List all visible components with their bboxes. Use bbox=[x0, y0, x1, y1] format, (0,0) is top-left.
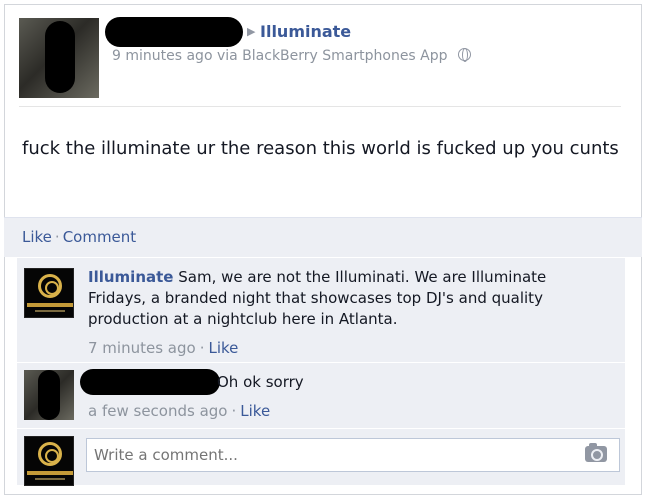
divider bbox=[17, 362, 625, 363]
illuminate-avatar[interactable] bbox=[24, 268, 74, 318]
comment-like-button[interactable]: Like bbox=[208, 339, 238, 357]
globe-icon[interactable] bbox=[457, 48, 471, 62]
post-meta: 9 minutes ago via BlackBerry Smartphones… bbox=[112, 48, 471, 64]
comment-author-link[interactable]: Illuminate bbox=[88, 268, 173, 286]
comment-meta: a few seconds ago · Like bbox=[88, 402, 270, 420]
like-button[interactable]: Like bbox=[22, 228, 52, 246]
redaction-mark bbox=[45, 21, 75, 93]
comment-button[interactable]: Comment bbox=[63, 228, 137, 246]
post-actions: Like · Comment bbox=[22, 228, 136, 246]
commenter-avatar[interactable] bbox=[24, 370, 74, 420]
comment-like-button[interactable]: Like bbox=[240, 402, 270, 420]
post-body: fuck the illuminate ur the reason this w… bbox=[22, 138, 619, 159]
poster-avatar[interactable] bbox=[19, 18, 99, 98]
logo-mark bbox=[38, 442, 62, 466]
divider bbox=[17, 428, 625, 429]
poster-name-redacted bbox=[105, 17, 243, 47]
comment-timestamp[interactable]: a few seconds ago bbox=[88, 402, 227, 420]
logo-wordmark-sub bbox=[35, 310, 65, 312]
separator: · bbox=[54, 228, 60, 246]
comment-timestamp[interactable]: 7 minutes ago bbox=[88, 339, 196, 357]
comment-input[interactable] bbox=[86, 438, 620, 472]
target-page-link[interactable]: Illuminate bbox=[260, 22, 351, 41]
logo-wordmark bbox=[27, 471, 73, 475]
comment-body: Oh ok sorry bbox=[217, 373, 304, 391]
separator: · bbox=[231, 402, 237, 420]
comment-text: Illuminate Sam, we are not the Illuminat… bbox=[88, 267, 608, 330]
camera-icon[interactable] bbox=[585, 443, 607, 462]
composer-avatar bbox=[24, 436, 74, 486]
post-timestamp[interactable]: 9 minutes ago bbox=[112, 48, 213, 64]
divider bbox=[19, 106, 621, 107]
comment-meta: 7 minutes ago · Like bbox=[88, 339, 238, 357]
commenter-name-redacted bbox=[80, 369, 220, 395]
divider bbox=[17, 257, 625, 258]
logo-wordmark bbox=[27, 303, 73, 307]
post-via[interactable]: via BlackBerry Smartphones App bbox=[217, 48, 448, 64]
right-arrow-icon: ▶ bbox=[247, 25, 256, 38]
logo-mark bbox=[38, 274, 62, 298]
logo-wordmark-sub bbox=[35, 478, 65, 480]
separator: · bbox=[199, 339, 205, 357]
redaction-mark bbox=[38, 370, 60, 420]
